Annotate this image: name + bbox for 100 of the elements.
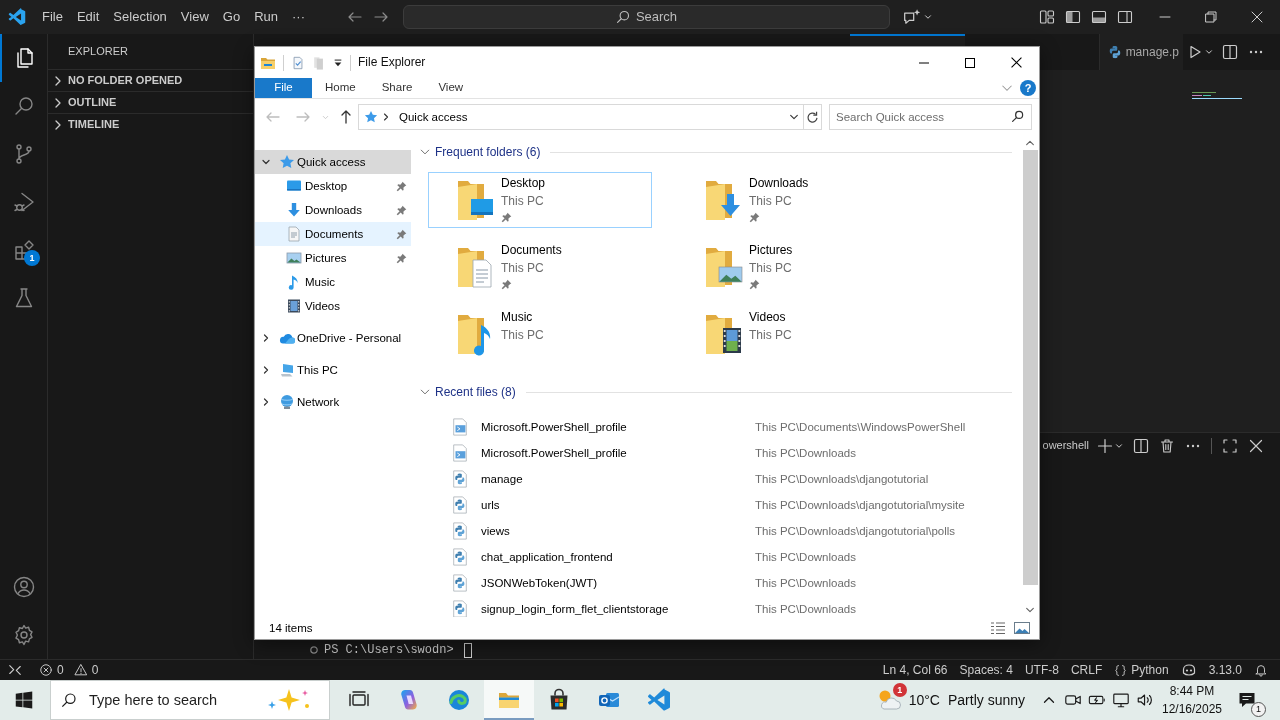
recent-file-row[interactable]: signup_login_form_flet_clientstorage This PC\Downloads xyxy=(411,596,1022,617)
folder-tile[interactable]: Music This PC xyxy=(428,306,652,362)
pin-icon[interactable] xyxy=(396,204,407,216)
sidebar-section-header[interactable]: TIMELINE xyxy=(48,113,253,135)
status-bar-item[interactable]: Ln 4, Col 66 xyxy=(876,660,954,680)
search-field[interactable]: Search Quick access xyxy=(829,104,1032,130)
menu-item[interactable]: Go xyxy=(215,4,248,30)
layout-grid-icon[interactable] xyxy=(1039,9,1055,25)
dropdown-icon[interactable] xyxy=(789,112,799,122)
checkmark-page-icon[interactable] xyxy=(291,55,305,70)
notification-bubble-icon[interactable] xyxy=(1237,690,1257,710)
menu-item[interactable]: Selection xyxy=(106,4,174,30)
recent-file-row[interactable]: views This PC\Downloads\djangotutorial\polls xyxy=(411,518,1022,544)
nav-item[interactable]: Videos xyxy=(255,294,411,318)
chevron-down-icon[interactable] xyxy=(1113,441,1124,451)
errors-status-item[interactable]: 0 xyxy=(33,660,70,680)
plus-icon[interactable] xyxy=(1096,438,1113,454)
menu-item[interactable]: View xyxy=(173,4,216,30)
nav-item[interactable]: Quick access xyxy=(255,150,411,174)
status-bar-item[interactable]: UTF-8 xyxy=(1018,660,1065,680)
file-name: views xyxy=(481,524,511,539)
folder-tile[interactable]: Documents This PC xyxy=(428,239,652,295)
restore-icon[interactable] xyxy=(1205,11,1217,23)
command-center-search[interactable]: Search xyxy=(403,5,890,29)
breadcrumb-link[interactable]: Quick access xyxy=(399,109,468,125)
menu-item[interactable]: Edit xyxy=(69,4,107,30)
error-icon xyxy=(39,663,53,677)
folder-location: This PC xyxy=(501,260,545,276)
address-bar[interactable]: Quick access xyxy=(358,104,804,130)
status-bar-item[interactable]: 3.13.0 xyxy=(1202,660,1248,680)
status-bar-item[interactable]: Spaces: 4 xyxy=(953,660,1019,680)
pin-icon[interactable] xyxy=(396,180,407,192)
recent-file-row[interactable]: urls This PC\Downloads\djangotutorial\mysite xyxy=(411,492,1022,518)
folder-tile[interactable]: Desktop This PC xyxy=(428,172,652,228)
taskbar-search-field[interactable]: Type here to search xyxy=(50,680,330,720)
left-sidebar-icon[interactable] xyxy=(1065,9,1081,25)
chevron-down-icon[interactable] xyxy=(1203,47,1214,57)
folder-tile[interactable]: Downloads This PC xyxy=(676,172,900,228)
refresh-button[interactable] xyxy=(804,104,822,130)
code-ribbon-icon[interactable] xyxy=(8,8,26,26)
menu-item[interactable]: Run xyxy=(247,4,285,30)
collapse-chevron-icon[interactable] xyxy=(420,387,430,397)
breadcrumb-chevron-icon[interactable] xyxy=(382,113,390,121)
pin-icon[interactable] xyxy=(396,228,407,240)
picture-view-icon[interactable] xyxy=(1014,621,1030,635)
editor-tab[interactable]: manage.p xyxy=(1098,34,1183,70)
ribbon-tab[interactable]: Home xyxy=(312,78,369,98)
collapse-chevron-icon[interactable] xyxy=(420,147,430,157)
folder-tile[interactable]: Pictures This PC xyxy=(676,239,900,295)
trash-icon[interactable] xyxy=(1159,438,1175,454)
speaker-icon[interactable] xyxy=(1136,691,1154,709)
ribbon-tab[interactable]: Share xyxy=(368,78,426,98)
nav-item[interactable]: Network xyxy=(255,390,411,414)
menu-item[interactable]: ··· xyxy=(285,4,312,30)
warnings-status-item[interactable]: 0 xyxy=(69,660,103,680)
weather-widget[interactable]: 1 10°C Partly sunny xyxy=(870,680,1025,720)
bottom-panel-icon[interactable] xyxy=(1091,9,1107,25)
scroll-up-icon[interactable] xyxy=(1025,138,1035,148)
group-header[interactable]: Recent files (8) xyxy=(435,384,516,400)
close-icon[interactable] xyxy=(1010,57,1022,68)
group-header[interactable]: Frequent folders (6) xyxy=(435,144,541,160)
right-sidebar-icon[interactable] xyxy=(1117,9,1133,25)
scroll-down-icon[interactable] xyxy=(1025,605,1035,615)
maximize-icon[interactable] xyxy=(965,57,975,68)
pin-icon[interactable] xyxy=(396,252,407,264)
extensions-button[interactable]: 1 xyxy=(0,226,47,274)
recent-file-row[interactable]: JSONWebToken(JWT) This PC\Downloads xyxy=(411,570,1022,596)
split-editor-icon[interactable] xyxy=(1222,44,1238,60)
monitor-icon[interactable] xyxy=(1112,691,1130,709)
ribbon-tab[interactable]: View xyxy=(425,78,477,98)
clock-button[interactable]: 8:44 PM 12/16/2025 xyxy=(1160,680,1224,720)
sidebar-section-header[interactable]: NO FOLDER OPENED xyxy=(48,69,253,91)
nav-item[interactable]: OneDrive - Personal xyxy=(255,326,411,350)
folder-tile[interactable]: Videos This PC xyxy=(676,306,900,362)
file-menu-button[interactable]: File xyxy=(255,78,312,98)
chat-sparkle-icon[interactable] xyxy=(903,8,921,26)
recent-file-row[interactable]: Microsoft.PowerShell_profile This PC\Downloads xyxy=(411,440,1022,466)
scroll-thumb[interactable] xyxy=(1022,150,1038,585)
language-mode-item[interactable]: Python xyxy=(1108,660,1175,680)
nav-item[interactable]: Music xyxy=(255,270,411,294)
nav-item[interactable]: Desktop xyxy=(255,174,411,198)
split-terminal-icon[interactable] xyxy=(1133,438,1149,454)
sidebar-section-header[interactable]: OUTLINE xyxy=(48,91,253,113)
list-view-icon[interactable] xyxy=(990,621,1006,635)
chevron-down-icon[interactable] xyxy=(923,12,933,22)
globe-icon xyxy=(279,394,295,410)
nav-item[interactable]: Downloads xyxy=(255,198,411,222)
nav-item[interactable]: Documents xyxy=(255,222,411,246)
four-panes-icon[interactable] xyxy=(15,691,33,709)
recent-file-row[interactable]: Microsoft.PowerShell_profile This PC\Documents\WindowsPowerShell xyxy=(411,414,1022,440)
angle-brackets-icon[interactable] xyxy=(8,663,22,677)
nav-item[interactable]: Pictures xyxy=(255,246,411,270)
recent-file-row[interactable]: chat_application_frontend This PC\Downloads xyxy=(411,544,1022,570)
menu-item[interactable]: File xyxy=(35,4,70,30)
help-button[interactable]: ? xyxy=(1020,80,1036,96)
dropdown-arrow-icon[interactable] xyxy=(333,57,343,68)
status-bar-item[interactable]: CRLF xyxy=(1064,660,1109,680)
nav-item[interactable]: This PC xyxy=(255,358,411,382)
recent-file-row[interactable]: manage This PC\Downloads\djangotutorial xyxy=(411,466,1022,492)
terminal-tab-label[interactable]: owershell xyxy=(1042,439,1089,453)
